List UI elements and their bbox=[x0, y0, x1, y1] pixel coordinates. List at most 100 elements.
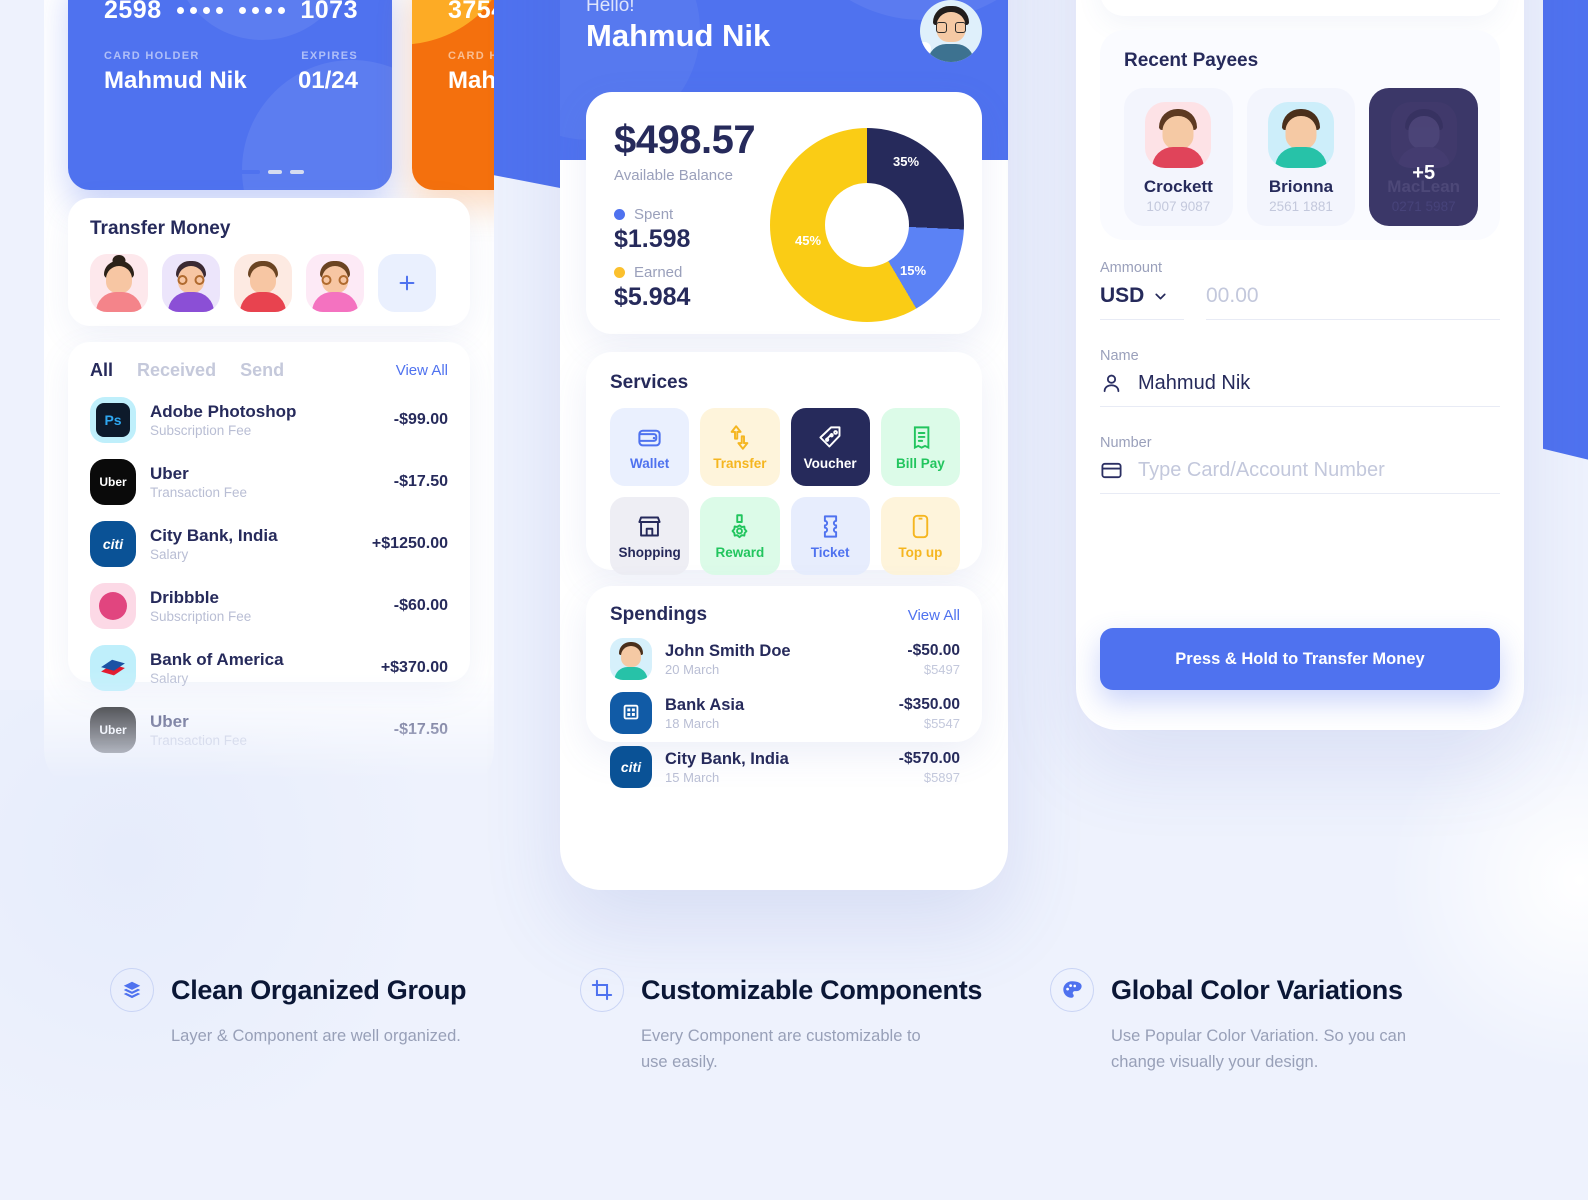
transaction-amount: -$60.00 bbox=[393, 597, 448, 614]
currency-value: USD bbox=[1100, 284, 1145, 307]
credit-card-primary[interactable]: 2598 1073 CARD HOLDER Mahmud Nik EXPIRES… bbox=[68, 0, 392, 190]
payee-card-crockett[interactable]: Crockett 1007 9087 bbox=[1124, 88, 1233, 226]
services-grid: Wallet Transfer Voucher Bill Pay Shoppin bbox=[610, 408, 960, 575]
carousel-dot-1[interactable] bbox=[234, 170, 260, 174]
table-row[interactable]: citi City Bank, India Salary +$1250.00 bbox=[90, 521, 448, 567]
bank-of-america-icon bbox=[90, 645, 136, 691]
recent-payees-title: Recent Payees bbox=[1124, 50, 1259, 71]
transfer-form: Ammount USD 00.00 Name Mahmud Nik Number… bbox=[1100, 260, 1500, 494]
service-voucher[interactable]: Voucher bbox=[790, 408, 870, 486]
spending-name: Bank Asia bbox=[665, 695, 745, 714]
payee-name: Brionna bbox=[1268, 177, 1334, 196]
add-contact-button[interactable] bbox=[378, 254, 436, 312]
transaction-name: City Bank, India bbox=[150, 526, 278, 545]
transaction-amount: +$370.00 bbox=[380, 659, 448, 676]
payee-number: 0271 5987 bbox=[1391, 199, 1456, 214]
tab-all[interactable]: All bbox=[90, 360, 113, 381]
selected-card-box[interactable]: Mahmud Nik 01/24 bbox=[1100, 0, 1500, 16]
amount-row: USD 00.00 bbox=[1100, 284, 1500, 320]
contact-avatar-1[interactable] bbox=[90, 254, 148, 312]
service-reward[interactable]: Reward bbox=[700, 497, 780, 575]
uber-icon: Uber bbox=[90, 459, 136, 505]
citi-icon: citi bbox=[610, 746, 652, 788]
feature-title: Customizable Components bbox=[641, 974, 983, 1005]
feature-global-color-variations: Global Color Variations Use Popular Colo… bbox=[1050, 968, 1520, 1075]
spending-balance: $5897 bbox=[923, 769, 960, 785]
number-input-row[interactable]: Type Card/Account Number bbox=[1100, 459, 1500, 494]
name-input-row[interactable]: Mahmud Nik bbox=[1100, 372, 1500, 407]
transaction-amount: +$1250.00 bbox=[371, 535, 448, 552]
shop-icon bbox=[638, 516, 661, 536]
card-icon bbox=[1101, 462, 1122, 479]
table-row[interactable]: Uber Uber Transaction Fee -$17.50 bbox=[90, 459, 448, 505]
service-label: Ticket bbox=[810, 544, 850, 560]
spending-amount: -$570.00 bbox=[898, 749, 960, 767]
feature-clean-organized-group: Clean Organized Group Layer & Component … bbox=[110, 968, 580, 1075]
payee-card-more[interactable]: +5 MacLean 0271 5987 bbox=[1369, 88, 1479, 226]
donut-hole bbox=[825, 183, 909, 267]
service-wallet[interactable]: Wallet bbox=[610, 408, 690, 486]
service-transfer[interactable]: Transfer bbox=[700, 408, 780, 486]
list-item[interactable]: John Smith Doe 20 March -$50.00 $5497 bbox=[610, 638, 960, 680]
tab-send[interactable]: Send bbox=[240, 360, 284, 381]
number-input-placeholder: Type Card/Account Number bbox=[1138, 459, 1385, 481]
tab-received[interactable]: Received bbox=[137, 360, 216, 381]
person-icon bbox=[1103, 374, 1120, 393]
transaction-name: Uber bbox=[150, 712, 189, 731]
person-avatar-icon bbox=[610, 638, 652, 680]
avatar[interactable] bbox=[920, 0, 982, 62]
uber-icon: Uber bbox=[90, 707, 136, 753]
payee-number: 2561 1881 bbox=[1269, 199, 1333, 214]
transaction-amount: -$17.50 bbox=[393, 473, 448, 490]
list-item[interactable]: citi City Bank, India 15 March -$570.00 … bbox=[610, 746, 960, 788]
service-label: Transfer bbox=[713, 455, 767, 471]
spending-name: City Bank, India bbox=[665, 749, 789, 768]
payee-card-brionna[interactable]: Brionna 2561 1881 bbox=[1246, 88, 1356, 226]
spending-date: 15 March bbox=[665, 769, 720, 785]
amount-input[interactable]: 00.00 bbox=[1206, 284, 1500, 320]
service-label: Voucher bbox=[803, 455, 857, 471]
spendings-title: Spendings bbox=[610, 604, 708, 625]
transactions-view-all-link[interactable]: View All bbox=[396, 362, 448, 379]
service-label: Bill Pay bbox=[895, 455, 945, 471]
list-item[interactable]: Bank Asia 18 March -$350.00 $5547 bbox=[610, 692, 960, 734]
currency-select[interactable]: USD bbox=[1100, 284, 1184, 320]
transaction-subtitle: Subscription Fee bbox=[150, 609, 252, 624]
contact-avatar-4[interactable] bbox=[306, 254, 364, 312]
card-expires-value: 01/24 bbox=[297, 67, 358, 94]
transfer-money-title: Transfer Money bbox=[90, 218, 231, 239]
service-shopping[interactable]: Shopping bbox=[610, 497, 690, 575]
spending-amount: -$350.00 bbox=[898, 695, 960, 713]
service-bill-pay[interactable]: Bill Pay bbox=[880, 408, 960, 486]
transfer-money-card: Transfer Money bbox=[68, 198, 470, 326]
table-row[interactable]: Dribbble Subscription Fee -$60.00 bbox=[90, 583, 448, 629]
table-row[interactable]: Ps Adobe Photoshop Subscription Fee -$99… bbox=[90, 397, 448, 443]
citi-icon: citi bbox=[90, 521, 136, 567]
features-section: Clean Organized Group Layer & Component … bbox=[0, 968, 1588, 1075]
card-carousel-dots[interactable] bbox=[44, 170, 494, 174]
spending-donut-chart: 35% 15% 45% bbox=[770, 128, 964, 322]
table-row[interactable]: Bank of America Salary +$370.00 bbox=[90, 645, 448, 691]
dribbble-icon bbox=[90, 583, 136, 629]
transaction-amount: -$99.00 bbox=[393, 411, 448, 428]
carousel-dot-3[interactable] bbox=[290, 170, 304, 174]
contact-avatar-3[interactable] bbox=[234, 254, 292, 312]
contact-avatar-2[interactable] bbox=[162, 254, 220, 312]
reward-icon bbox=[731, 513, 748, 538]
app-screenshot: 2598 1073 CARD HOLDER Mahmud Nik EXPIRES… bbox=[0, 0, 1588, 1200]
press-hold-transfer-button[interactable]: Press & Hold to Transfer Money bbox=[1100, 628, 1500, 690]
card-holder-label: CARD HOLDER bbox=[104, 50, 200, 62]
payee-number: 1007 9087 bbox=[1146, 199, 1211, 214]
voucher-icon bbox=[819, 425, 841, 447]
service-ticket[interactable]: Ticket bbox=[790, 497, 870, 575]
spendings-view-all-link[interactable]: View All bbox=[908, 607, 960, 624]
carousel-dot-2[interactable] bbox=[268, 170, 282, 174]
feature-description: Use Popular Color Variation. So you can … bbox=[1111, 1027, 1407, 1071]
service-label: Shopping bbox=[618, 544, 681, 560]
spending-date: 18 March bbox=[665, 715, 720, 731]
card-number-mask-1 bbox=[177, 7, 224, 14]
table-row[interactable]: Uber Uber Transaction Fee -$17.50 bbox=[90, 707, 448, 753]
service-top-up[interactable]: Top up bbox=[880, 497, 960, 575]
card-number-row: 2598 1073 bbox=[104, 0, 358, 25]
spending-name: John Smith Doe bbox=[665, 641, 791, 660]
